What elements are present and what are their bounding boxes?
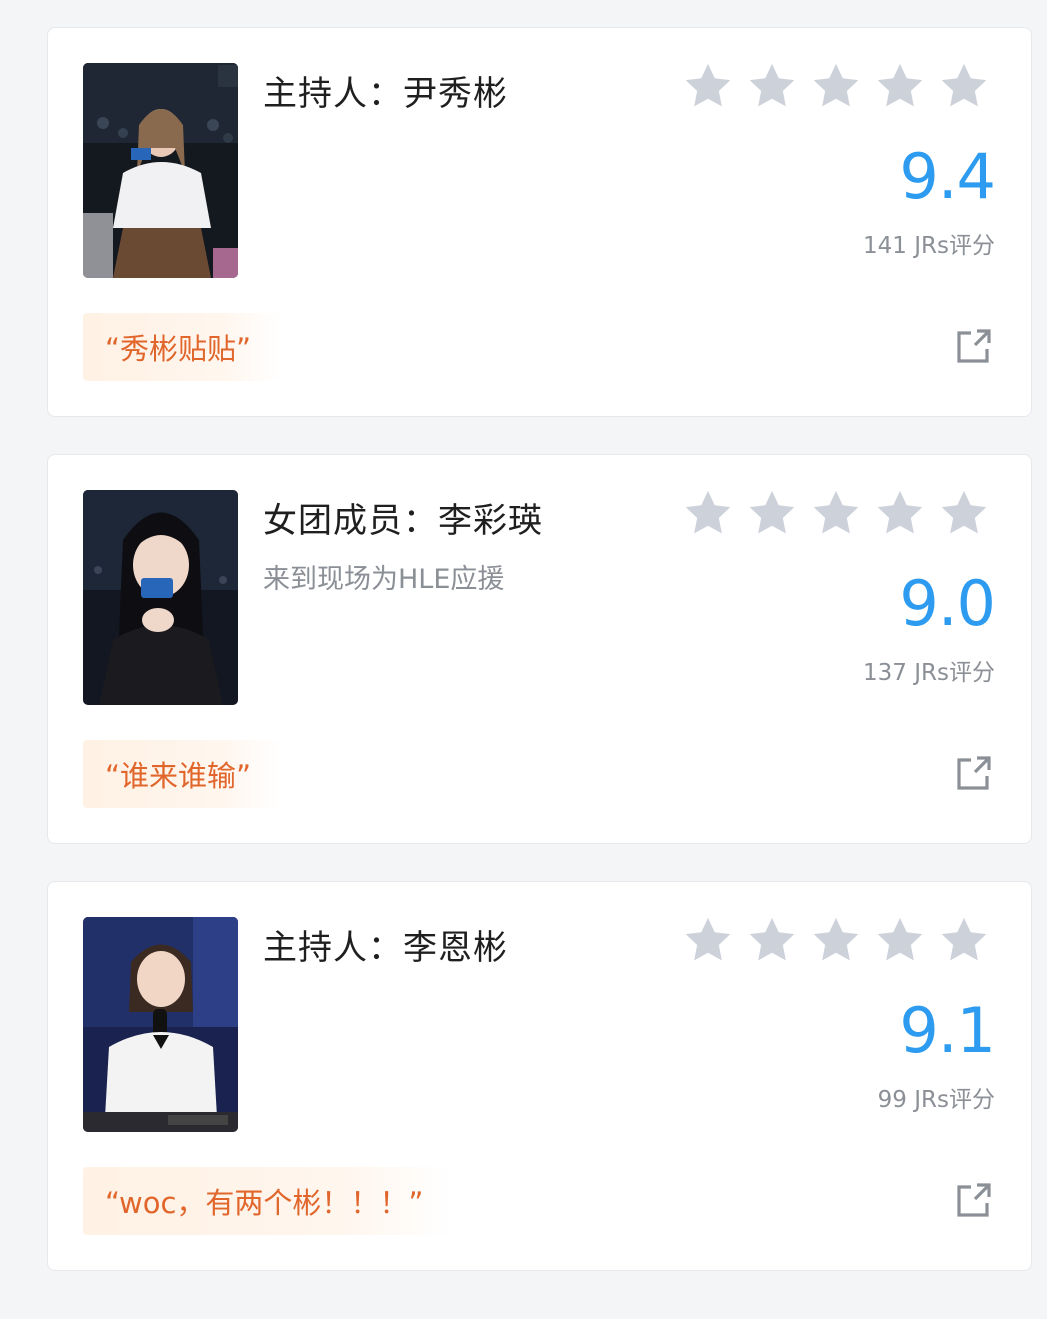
star-icon[interactable] bbox=[937, 487, 991, 539]
host-photo[interactable] bbox=[83, 63, 238, 278]
rating-card: 主持人：李恩彬 9.1 99 JRs评分 “woc，有两个彬！！！” bbox=[47, 881, 1032, 1271]
rating-card: 女团成员：李彩瑛 来到现场为HLE应援 9.0 137 JRs评分 “谁来谁输” bbox=[47, 454, 1032, 844]
star-icon[interactable] bbox=[809, 487, 863, 539]
average-score: 9.4 bbox=[899, 140, 996, 213]
star-rating[interactable] bbox=[681, 60, 991, 112]
top-comment-quote[interactable]: “woc，有两个彬！！！” bbox=[83, 1167, 454, 1235]
person-title: 主持人：李恩彬 bbox=[263, 928, 508, 968]
star-icon[interactable] bbox=[681, 60, 735, 112]
person-subtitle: 来到现场为HLE应援 bbox=[263, 564, 505, 595]
person-title: 女团成员：李彩瑛 bbox=[263, 501, 543, 541]
star-icon[interactable] bbox=[937, 914, 991, 966]
share-external-icon[interactable] bbox=[955, 754, 993, 792]
star-icon[interactable] bbox=[745, 914, 799, 966]
host-photo[interactable] bbox=[83, 917, 238, 1132]
rating-count: 99 JRs评分 bbox=[877, 1087, 995, 1113]
share-external-icon[interactable] bbox=[955, 1181, 993, 1219]
rating-count: 137 JRs评分 bbox=[863, 660, 995, 686]
member-photo[interactable] bbox=[83, 490, 238, 705]
person-title: 主持人：尹秀彬 bbox=[263, 74, 508, 114]
star-icon[interactable] bbox=[745, 60, 799, 112]
star-icon[interactable] bbox=[873, 487, 927, 539]
top-comment-quote[interactable]: “秀彬贴贴” bbox=[83, 313, 282, 381]
star-rating[interactable] bbox=[681, 914, 991, 966]
rating-card: 主持人：尹秀彬 9.4 141 JRs评分 “秀彬贴贴” bbox=[47, 27, 1032, 417]
star-icon[interactable] bbox=[937, 60, 991, 112]
star-rating[interactable] bbox=[681, 487, 991, 539]
star-icon[interactable] bbox=[745, 487, 799, 539]
top-comment-quote[interactable]: “谁来谁输” bbox=[83, 740, 282, 808]
star-icon[interactable] bbox=[681, 914, 735, 966]
star-icon[interactable] bbox=[681, 487, 735, 539]
star-icon[interactable] bbox=[873, 914, 927, 966]
average-score: 9.1 bbox=[899, 994, 996, 1067]
star-icon[interactable] bbox=[873, 60, 927, 112]
star-icon[interactable] bbox=[809, 914, 863, 966]
average-score: 9.0 bbox=[899, 567, 996, 640]
rating-count: 141 JRs评分 bbox=[863, 233, 995, 259]
star-icon[interactable] bbox=[809, 60, 863, 112]
share-external-icon[interactable] bbox=[955, 327, 993, 365]
